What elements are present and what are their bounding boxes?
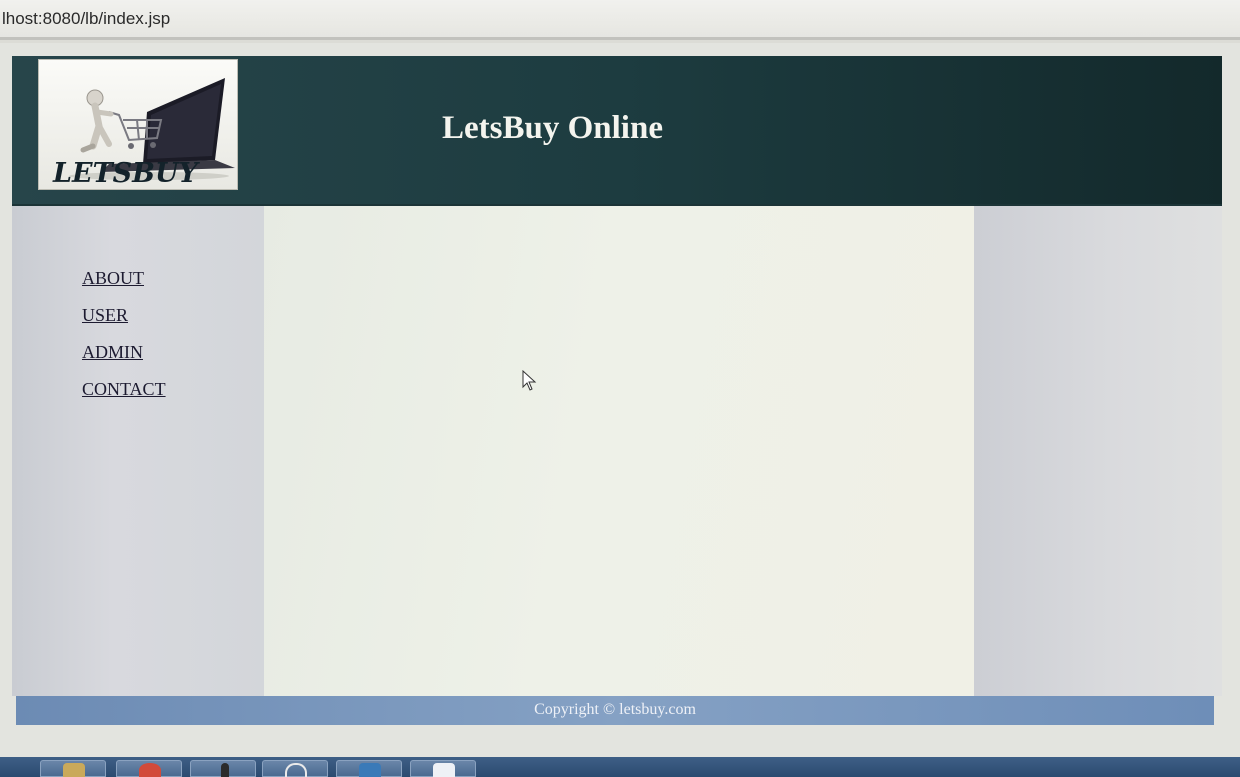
nav-link-user[interactable]: USER <box>82 305 128 325</box>
browser-address-bar[interactable]: lhost:8080/lb/index.jsp <box>0 0 1240 40</box>
os-taskbar <box>0 757 1240 777</box>
site-title: LetsBuy Online <box>442 110 663 146</box>
nav-link-contact[interactable]: CONTACT <box>82 379 166 399</box>
taskbar-folder-button[interactable] <box>40 760 106 777</box>
app-icon <box>285 763 307 777</box>
database-icon <box>359 763 381 777</box>
folder-icon <box>63 763 85 777</box>
taskbar-app2-button[interactable] <box>262 760 328 777</box>
logo[interactable]: LETSBUY <box>38 59 238 190</box>
nav-link-admin[interactable]: ADMIN <box>82 342 143 362</box>
taskbar-database-button[interactable] <box>336 760 402 777</box>
generic-app-icon <box>221 763 229 777</box>
taskbar-chrome-button[interactable] <box>116 760 182 777</box>
site-header: LETSBUY LetsBuy Online <box>12 56 1222 206</box>
taskbar-app-button[interactable] <box>190 760 256 777</box>
right-sidebar <box>974 206 1222 696</box>
nav-menu: ABOUT USER ADMIN CONTACT <box>82 268 166 416</box>
url-text[interactable]: lhost:8080/lb/index.jsp <box>2 9 170 29</box>
chrome-icon <box>139 763 161 777</box>
word-icon <box>433 763 455 777</box>
mouse-cursor-icon <box>522 370 537 391</box>
nav-link-about[interactable]: ABOUT <box>82 268 144 288</box>
taskbar-word-button[interactable] <box>410 760 476 777</box>
page-frame: LETSBUY LetsBuy Online ABOUT USER ADMIN … <box>0 43 1240 757</box>
left-sidebar: ABOUT USER ADMIN CONTACT <box>12 206 264 696</box>
copyright-text: Copyright © letsbuy.com <box>534 701 696 718</box>
main-content <box>264 206 974 696</box>
site-footer: Copyright © letsbuy.com <box>16 696 1214 725</box>
logo-text: LETSBUY <box>53 158 198 189</box>
